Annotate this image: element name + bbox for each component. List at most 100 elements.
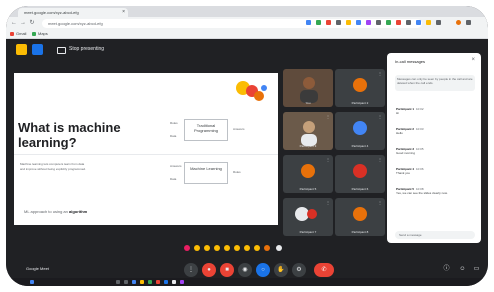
browser-icon[interactable] (132, 280, 136, 284)
participant-tile[interactable]: ⋮ Participant 5 (283, 155, 333, 193)
extension-icon[interactable] (436, 20, 441, 25)
more-options-icon[interactable]: ⋮ (326, 200, 330, 205)
more-options-icon[interactable]: ⋮ (378, 200, 382, 205)
address-row: ← → ↻ meet.google.com/xyz-abcd-efg (6, 17, 488, 30)
more-options-icon[interactable]: ⋮ (378, 71, 382, 76)
task-view-icon[interactable] (124, 280, 128, 284)
chat-text: Thank you (396, 171, 411, 175)
chat-input[interactable]: Send a message (395, 231, 475, 239)
more-options-icon[interactable]: ⋮ (378, 157, 382, 162)
extension-icon[interactable] (356, 20, 361, 25)
extension-icon[interactable] (376, 20, 381, 25)
forward-icon[interactable]: → (19, 19, 27, 28)
diagram-label: Answers (170, 164, 182, 168)
bookmark-item[interactable]: Gmail (10, 30, 26, 38)
presentation-icon[interactable] (32, 44, 43, 55)
participant-tile[interactable]: ⋮ Participant 2 (335, 69, 385, 107)
extension-icon[interactable] (396, 20, 401, 25)
extension-icon[interactable] (316, 20, 321, 25)
chat-time: 10:02 (416, 107, 424, 111)
diagram-label: Answers (233, 127, 245, 131)
diagram-box: Traditional Programming (184, 119, 228, 141)
address-bar-url: meet.google.com/xyz-abcd-efg (48, 21, 103, 26)
extension-icon[interactable] (306, 20, 311, 25)
avatar (353, 164, 367, 178)
reload-icon[interactable]: ↻ (28, 19, 36, 28)
bookmark-label: Gmail (16, 31, 27, 36)
slide-description: Machine learning lets computers learn fr… (20, 162, 86, 171)
profile-avatar[interactable] (456, 20, 461, 25)
extension-icon[interactable] (386, 20, 391, 25)
extension-icon[interactable] (426, 20, 431, 25)
participant-name: You (305, 101, 311, 105)
mic-off-icon[interactable]: ● (202, 263, 216, 277)
participant-tile[interactable]: ⋮ Participant 4 (335, 112, 385, 150)
chat-text: Good morning (396, 151, 416, 155)
chat-message: Participant 2 10:03 Hello (396, 127, 476, 135)
chat-info-banner: Messages can only be seen by people in t… (395, 75, 475, 91)
captions-icon[interactable]: ◉ (238, 263, 252, 277)
participant-tile[interactable]: ⋮ Participant 3 (283, 112, 333, 150)
end-call-button[interactable]: ✆ (314, 263, 334, 277)
more-reactions-icon[interactable] (276, 245, 282, 251)
thumbs-down-emoji-icon[interactable] (264, 245, 270, 251)
avatar (307, 209, 317, 219)
presenting-label[interactable]: Stop presenting (69, 46, 104, 52)
present-icon[interactable]: ○ (256, 263, 270, 277)
back-icon[interactable]: ← (10, 19, 18, 28)
sad-emoji-icon[interactable] (244, 245, 250, 251)
settings-icon[interactable]: ⚙ (292, 263, 306, 277)
app-icon[interactable] (156, 280, 160, 284)
extension-icon[interactable] (346, 20, 351, 25)
extension-icon[interactable] (406, 20, 411, 25)
participant-video (301, 121, 317, 146)
heart-emoji-icon[interactable] (184, 245, 190, 251)
camera-off-icon[interactable]: ■ (220, 263, 234, 277)
info-icon[interactable]: ⓘ (442, 265, 451, 274)
close-icon[interactable]: × (122, 8, 125, 17)
close-icon[interactable]: × (471, 57, 475, 63)
app-icon[interactable] (180, 280, 184, 284)
participant-name: Participant 6 (351, 187, 369, 191)
surprised-emoji-icon[interactable] (234, 245, 240, 251)
clap-emoji-icon[interactable] (214, 245, 220, 251)
meet-window: Stop presenting What is machine learning… (6, 39, 488, 286)
participant-tile[interactable]: ⋮ Participant 7 (283, 198, 333, 236)
menu-icon[interactable] (466, 20, 471, 25)
search-icon[interactable] (116, 280, 120, 284)
avatar (353, 78, 367, 92)
party-emoji-icon[interactable] (204, 245, 210, 251)
extension-icon[interactable] (336, 20, 341, 25)
more-options-icon[interactable]: ⋮ (326, 157, 330, 162)
people-icon[interactable]: ☺ (458, 265, 467, 274)
diagram-box: Machine Learning (184, 162, 228, 184)
app-icon[interactable] (148, 280, 152, 284)
participant-tile[interactable]: You (283, 69, 333, 107)
more-options-icon[interactable]: ⋮ (326, 114, 330, 119)
app-icon[interactable] (172, 280, 176, 284)
more-options-icon[interactable]: ⋮ (184, 263, 198, 277)
participant-tile[interactable]: ⋮ Participant 8 (335, 198, 385, 236)
chat-icon[interactable]: ▭ (472, 265, 481, 274)
folder-icon[interactable] (140, 280, 144, 284)
thumbs-up-emoji-icon[interactable] (194, 245, 200, 251)
gmail-icon (10, 31, 14, 36)
participant-name: Participant 2 (351, 101, 369, 105)
extension-icon[interactable] (416, 20, 421, 25)
meeting-title: Google Meet (26, 266, 49, 271)
participant-tile[interactable]: ⋮ Participant 6 (335, 155, 385, 193)
more-options-icon[interactable]: ⋮ (378, 114, 382, 119)
slide-decoration (261, 85, 267, 91)
browser-tab[interactable]: meet.google.com/xyz-abcd-efg × (18, 8, 128, 17)
extension-icon[interactable] (326, 20, 331, 25)
thinking-emoji-icon[interactable] (254, 245, 260, 251)
diagram-label: Rules (170, 121, 178, 125)
start-icon[interactable] (30, 280, 34, 284)
extension-icon[interactable] (366, 20, 371, 25)
screen-frame: meet.google.com/xyz-abcd-efg × ← → ↻ mee… (6, 6, 488, 286)
raise-hand-icon[interactable]: ✋ (274, 263, 288, 277)
chat-text: Hi (396, 111, 399, 115)
app-icon[interactable] (164, 280, 168, 284)
bookmark-item[interactable]: Maps (32, 30, 48, 38)
laugh-emoji-icon[interactable] (224, 245, 230, 251)
